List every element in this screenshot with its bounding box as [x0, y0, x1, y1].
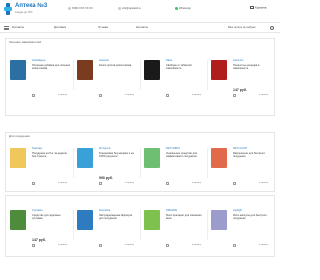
add-to-cart-icon[interactable] — [233, 94, 236, 97]
product-brand[interactable]: Перспам — [32, 147, 42, 151]
nav-item[interactable]: Отзывы — [98, 25, 108, 29]
section-title: Лечение зависимостей — [9, 40, 42, 44]
whatsapp-link[interactable]: WhatsApp — [175, 7, 191, 10]
add-to-cart-icon[interactable] — [32, 94, 35, 97]
brand-tagline: Скидки до 70% — [15, 11, 33, 14]
add-to-cart-button[interactable]: в корзину — [125, 182, 134, 184]
add-to-cart-button[interactable]: в корзину — [192, 94, 201, 96]
card-divider — [207, 210, 208, 240]
product-brand[interactable]: Алкостоп — [233, 59, 243, 63]
product-image[interactable] — [211, 60, 227, 80]
card-divider — [207, 60, 208, 90]
add-to-cart-button[interactable]: в корзину — [259, 94, 268, 96]
card-divider — [73, 210, 74, 240]
whatsapp-icon — [175, 7, 178, 10]
logo-icon[interactable] — [4, 3, 12, 15]
product-image[interactable] — [144, 148, 160, 168]
card-divider — [73, 148, 74, 178]
card-divider — [140, 148, 141, 178]
main-nav: Контакты Доставка Отзывы Контакты Ваш ре… — [0, 22, 280, 33]
add-to-cart-icon[interactable] — [99, 94, 102, 97]
product-image[interactable] — [211, 210, 227, 230]
product-image[interactable] — [77, 210, 93, 230]
email-link[interactable]: info@apteka3.ru — [118, 7, 141, 10]
add-to-cart-button[interactable]: в корзину — [125, 94, 134, 96]
section-title: Для похудения — [9, 134, 30, 138]
product-title[interactable]: Разрешение для быстрого похудения — [233, 152, 271, 158]
phone-icon — [68, 7, 71, 10]
product-image[interactable] — [144, 60, 160, 80]
product-brand[interactable]: KETO DIETA — [166, 147, 180, 151]
add-to-cart-icon[interactable] — [233, 182, 236, 185]
product-brand[interactable]: Keto Extra — [99, 209, 110, 213]
product-image[interactable] — [10, 60, 26, 80]
product-image[interactable] — [10, 210, 26, 230]
nav-item[interactable]: Контакты — [12, 25, 24, 29]
product-image[interactable] — [144, 210, 160, 230]
add-to-cart-button[interactable]: в корзину — [125, 244, 134, 246]
add-to-cart-icon[interactable] — [99, 182, 102, 185]
product-title[interactable]: Полезная добавка для лечения алкоголизма — [32, 64, 70, 70]
product-title[interactable]: Уникальное средство для эффективного пох… — [166, 152, 204, 158]
add-to-cart-icon[interactable] — [32, 182, 35, 185]
product-title[interactable]: Полностью рецидив в зависимость — [233, 64, 271, 70]
product-title[interactable]: Тренировка без напряга и на 100% результ… — [99, 152, 137, 158]
cart-link[interactable]: Корзина — [250, 5, 266, 10]
product-title[interactable]: Средство для здоровья суставов — [32, 214, 70, 220]
product-brand[interactable]: ORGANIS — [166, 209, 177, 213]
product-price: 147 руб. — [32, 238, 46, 242]
product-title[interactable]: Фито-препарат для снижения веса — [166, 214, 204, 220]
add-to-cart-button[interactable]: в корзину — [192, 182, 201, 184]
product-brand[interactable]: Суставин — [32, 209, 42, 213]
brand-name[interactable]: Аптека №3 — [15, 3, 47, 10]
add-to-cart-button[interactable]: в корзину — [259, 182, 268, 184]
add-to-cart-icon[interactable] — [32, 244, 35, 247]
product-price: 990 руб. — [99, 176, 113, 180]
search-icon[interactable] — [270, 26, 274, 30]
product-brand[interactable]: Lipolight — [233, 209, 242, 213]
add-to-cart-icon[interactable] — [166, 244, 169, 247]
region-selector[interactable]: Ваш регион не выбран — [228, 26, 256, 29]
add-to-cart-button[interactable]: в корзину — [259, 244, 268, 246]
card-divider — [73, 60, 74, 90]
phone-link[interactable]: 8 800 XXX XX XX — [68, 7, 93, 10]
cart-icon — [250, 6, 254, 9]
nav-item[interactable]: Доставка — [54, 25, 66, 29]
site-header: Аптека №3 Скидки до 70% 8 800 XXX XX XX … — [0, 0, 280, 22]
product-title[interactable]: Капли против алкоголизма — [99, 64, 137, 67]
email-icon — [118, 7, 121, 10]
product-brand[interactable]: Алкобарьер — [32, 59, 45, 63]
add-to-cart-icon[interactable] — [233, 244, 236, 247]
product-title[interactable]: Похудение на 5 кг за неделю без стресса — [32, 152, 70, 158]
product-image[interactable] — [211, 148, 227, 168]
product-brand[interactable]: Алкотокс — [99, 59, 109, 63]
product-image[interactable] — [77, 148, 93, 168]
menu-icon[interactable] — [4, 26, 9, 30]
add-to-cart-button[interactable]: в корзину — [58, 182, 67, 184]
add-to-cart-button[interactable]: в корзину — [192, 244, 201, 246]
product-image[interactable] — [77, 60, 93, 80]
card-divider — [207, 148, 208, 178]
product-brand[interactable]: Ab Gymnic — [99, 147, 111, 151]
nav-item[interactable]: Контакты — [136, 25, 148, 29]
product-brand[interactable]: KETO LIGHT — [233, 147, 247, 151]
add-to-cart-button[interactable]: в корзину — [58, 244, 67, 246]
product-title[interactable]: Фито-капсулы для быстрого похудения — [233, 214, 271, 220]
add-to-cart-icon[interactable] — [99, 244, 102, 247]
product-image[interactable] — [10, 148, 26, 168]
card-divider — [140, 60, 141, 90]
add-to-cart-button[interactable]: в корзину — [58, 94, 67, 96]
product-brand[interactable]: Tabex — [166, 59, 172, 63]
add-to-cart-icon[interactable] — [166, 182, 169, 185]
card-divider — [140, 210, 141, 240]
product-title[interactable]: Свобода от табачной зависимости — [166, 64, 204, 70]
product-price: 147 руб. — [233, 88, 247, 92]
add-to-cart-icon[interactable] — [166, 94, 169, 97]
product-title[interactable]: Экстрардинарная формула для похудения — [99, 214, 137, 220]
